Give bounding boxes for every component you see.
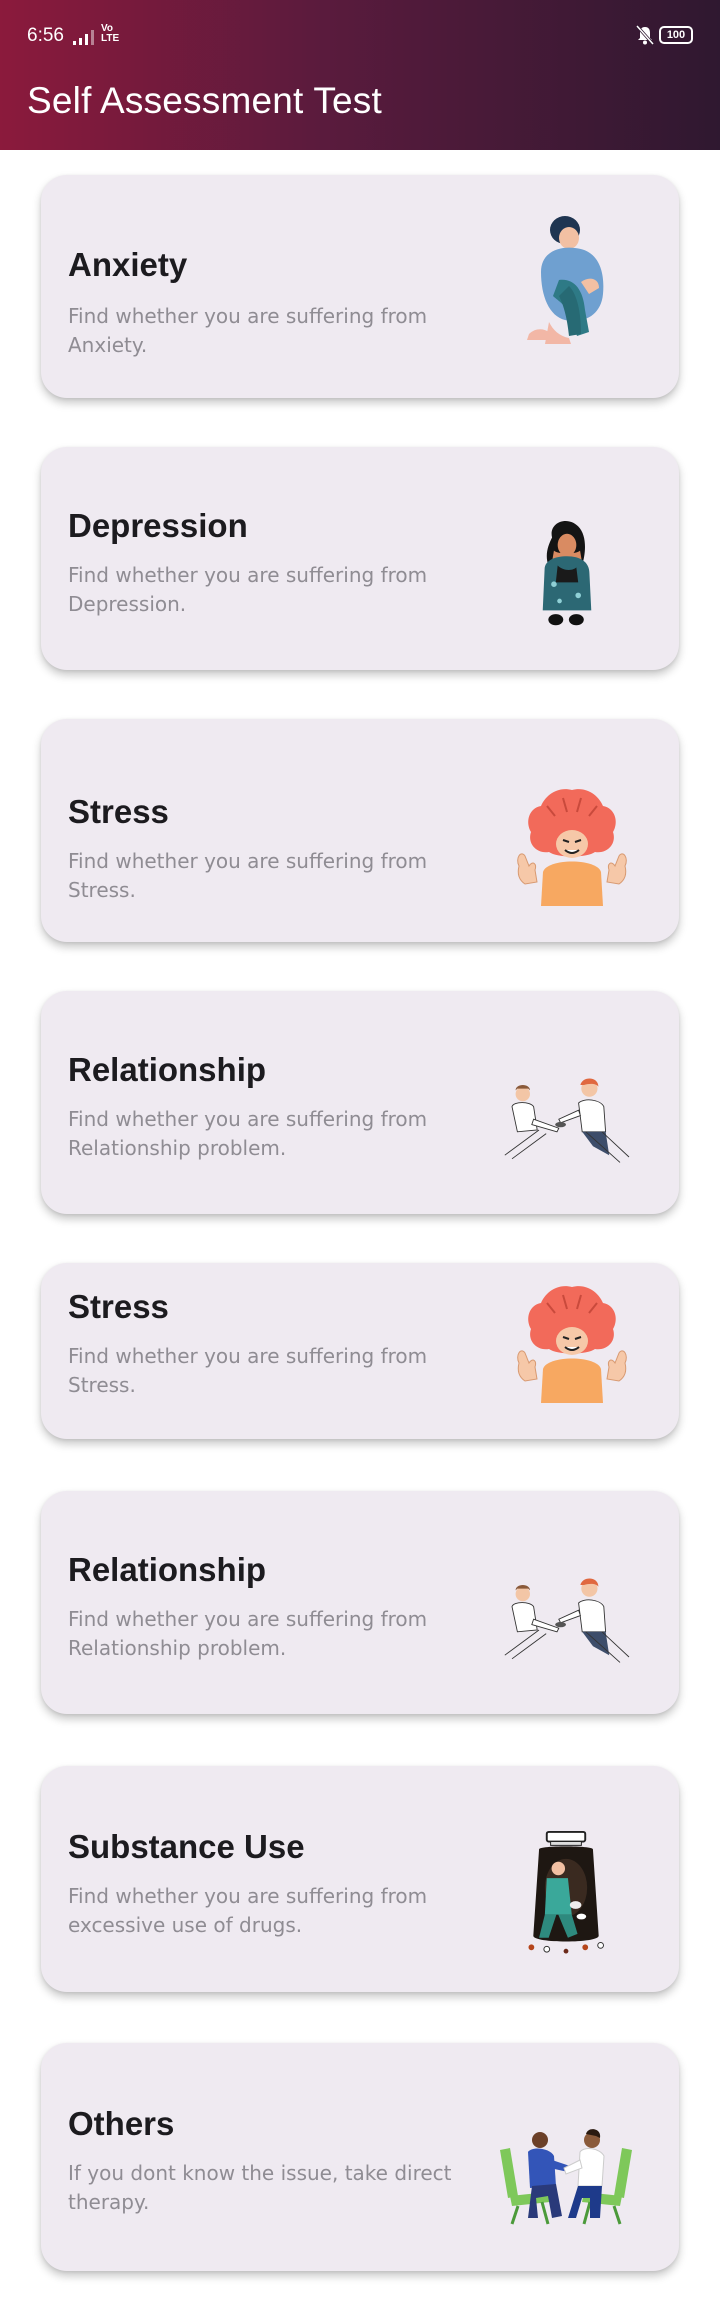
card-title: Anxiety [68,246,188,283]
card-description: If you dont know the issue, take direct … [68,2161,452,2214]
status-bar: 6:56 Vo LTE 100 [0,0,720,68]
app-bar: 6:56 Vo LTE 100 Self Assessment Test [0,0,720,150]
relationship-illustration-icon [504,1078,630,1163]
therapy-illustration-icon [500,2129,632,2225]
card-description: Find whether you are suffering from exce… [68,1884,428,1937]
card-description: Find whether you are suffering from Stre… [68,849,428,902]
card-title: Stress [68,1288,169,1325]
card-title: Depression [68,507,248,544]
assessment-card-others[interactable]: Others If you dont know the issue, take … [41,2043,679,2271]
bell-off-icon [636,25,654,45]
stress-illustration-icon [517,789,627,906]
card-title: Substance Use [68,1828,305,1865]
card-description: Find whether you are suffering from Rela… [68,1107,428,1160]
anxiety-illustration-icon [527,216,604,344]
card-description: Find whether you are suffering from Stre… [68,1344,428,1397]
status-time: 6:56 [27,25,64,46]
card-title: Relationship [68,1551,267,1588]
battery-level: 100 [666,29,686,41]
assessment-card-relationship-2[interactable]: Relationship Find whether you are suffer… [41,1491,679,1714]
card-title: Others [68,2105,175,2142]
assessment-card-relationship[interactable]: Relationship Find whether you are suffer… [41,991,679,1214]
network-type-label: Vo LTE [101,23,120,44]
card-description: Find whether you are suffering from Rela… [68,1607,428,1660]
stress-illustration-icon [517,1286,627,1403]
relationship-illustration-icon [504,1578,630,1663]
substance-use-illustration-icon [528,1830,604,1954]
assessment-card-stress[interactable]: Stress Find whether you are suffering fr… [41,719,679,942]
battery-icon: 100 [659,26,693,44]
assessment-card-anxiety[interactable]: Anxiety Find whether you are suffering f… [41,175,679,398]
signal-icon [73,30,94,45]
assessment-card-stress-2[interactable]: Stress Find whether you are suffering fr… [41,1263,679,1439]
card-title: Stress [68,793,169,830]
card-description: Find whether you are suffering from Anxi… [68,304,428,357]
depression-illustration-icon [542,520,592,626]
card-description: Find whether you are suffering from Depr… [68,563,428,616]
page-title: Self Assessment Test [27,80,382,121]
card-title: Relationship [68,1051,267,1088]
assessment-card-substance-use[interactable]: Substance Use Find whether you are suffe… [41,1766,679,1992]
assessment-card-depression[interactable]: Depression Find whether you are sufferin… [41,447,679,670]
